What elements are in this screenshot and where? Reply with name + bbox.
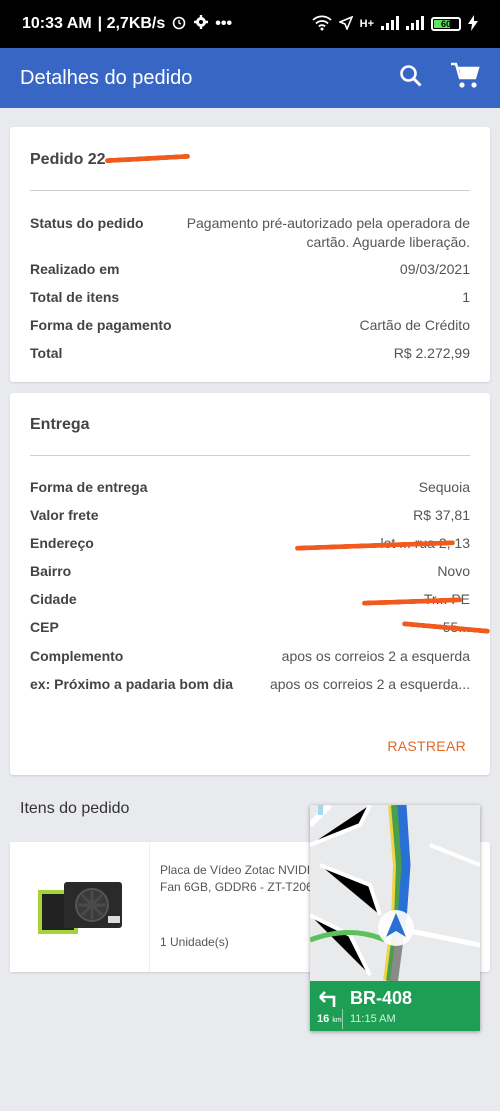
row-label: Complemento xyxy=(30,648,124,664)
delivery-title: Entrega xyxy=(30,416,90,433)
gear-icon xyxy=(193,14,209,35)
alarm-icon xyxy=(171,14,187,35)
redaction-mark xyxy=(104,153,191,164)
divider xyxy=(30,190,470,191)
row-value: R$ 37,81 xyxy=(413,507,470,523)
order-status-row: Status do pedido Pagamento pré-autorizad… xyxy=(30,214,470,252)
app-bar: Detalhes do pedido xyxy=(0,48,500,108)
status-time: 10:33 AM xyxy=(22,15,92,32)
item-quantity: 1 Unidade(s) xyxy=(160,935,229,949)
district-row: Bairro Novo xyxy=(30,562,470,581)
separator xyxy=(342,1009,343,1029)
order-date-row: Realizado em 09/03/2021 xyxy=(30,260,470,279)
battery-icon: 60 xyxy=(431,17,461,31)
row-label: Status do pedido xyxy=(30,215,144,231)
row-label: Total xyxy=(30,345,63,361)
items-section-title: Itens do pedido xyxy=(20,800,130,817)
row-label: ex: Próximo a padaria bom dia xyxy=(30,676,234,692)
row-value: Sequoia xyxy=(418,479,470,495)
turn-left-icon xyxy=(316,987,338,1014)
row-value: Cartão de Crédito xyxy=(359,317,470,333)
search-icon[interactable] xyxy=(398,63,424,94)
row-label: CEP xyxy=(30,619,59,635)
wifi-icon xyxy=(312,15,332,34)
row-label: Valor frete xyxy=(30,507,99,523)
row-value: Pagamento pré-autorizado pela operadora … xyxy=(186,215,470,250)
row-label: Bairro xyxy=(30,563,72,579)
page-title: Detalhes do pedido xyxy=(20,66,193,89)
row-value: Novo xyxy=(437,563,470,579)
row-label: Forma de pagamento xyxy=(30,317,172,333)
network-type: H+ xyxy=(359,18,374,30)
row-label: Forma de entrega xyxy=(30,479,148,495)
row-label: Endereço xyxy=(30,535,94,551)
order-total-row: Total R$ 2.272,99 xyxy=(30,344,470,363)
status-bar: 10:33 AM | 2,7KB/s ••• H+ 60 xyxy=(0,0,500,48)
payment-method-row: Forma de pagamento Cartão de Crédito xyxy=(30,316,470,335)
eta: 11:15 AM xyxy=(350,1013,396,1025)
row-label: Cidade xyxy=(30,591,77,607)
row-label: Total de itens xyxy=(30,289,120,305)
signal-icon xyxy=(381,15,399,33)
map-view xyxy=(310,805,480,981)
shipping-cost-row: Valor frete R$ 37,81 xyxy=(30,506,470,525)
more-dots-icon: ••• xyxy=(215,15,233,32)
order-items-count-row: Total de itens 1 xyxy=(30,288,470,307)
road-name: BR-408 xyxy=(350,988,413,1008)
navigation-overlay[interactable]: BR-408 16 km 11:15 AM xyxy=(310,805,480,1031)
row-value: 1 xyxy=(462,289,470,305)
row-value: 09/03/2021 xyxy=(399,261,470,277)
row-value: apos os correios 2 a esquerda... xyxy=(269,676,470,692)
graphics-card-image xyxy=(10,842,150,972)
row-label: Realizado em xyxy=(30,261,120,277)
charging-icon xyxy=(468,14,478,34)
location-arrow-icon xyxy=(337,15,354,33)
status-speed: | 2,7KB/s xyxy=(97,15,166,32)
row-value: apos os correios 2 a esquerda xyxy=(281,648,470,664)
track-button[interactable]: RASTREAR xyxy=(387,738,466,754)
signal-icon-2 xyxy=(406,15,424,33)
order-card: Pedido 22 Status do pedido Pagamento pré… xyxy=(10,127,490,382)
order-title: Pedido 22 xyxy=(30,151,106,168)
divider xyxy=(30,455,470,456)
complement-row: Complemento apos os correios 2 a esquerd… xyxy=(30,647,470,666)
delivery-method-row: Forma de entrega Sequoia xyxy=(30,478,470,497)
cart-icon[interactable] xyxy=(450,62,480,95)
row-value: R$ 2.272,99 xyxy=(393,345,470,361)
distance: 16 km xyxy=(317,1013,342,1025)
item-name: Placa de Vídeo Zotac NVIDI... Fan 6GB, G… xyxy=(160,863,330,894)
navigation-bar[interactable]: BR-408 16 km 11:15 AM xyxy=(310,981,480,1031)
reference-row: ex: Próximo a padaria bom dia apos os co… xyxy=(30,675,470,694)
delivery-card: Entrega Forma de entrega Sequoia Valor f… xyxy=(10,393,491,775)
